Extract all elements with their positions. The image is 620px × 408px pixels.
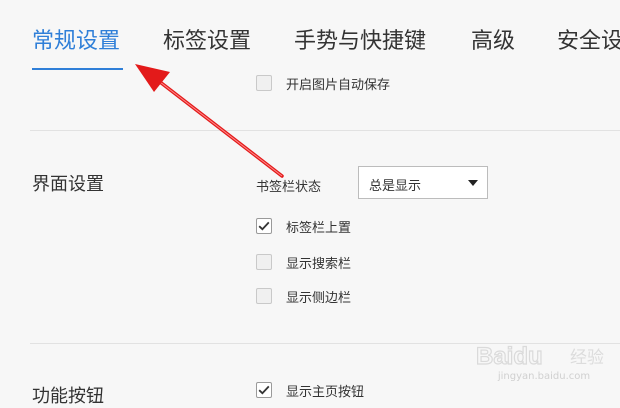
bookmark-bar-state-select[interactable]: 总是显示: [358, 166, 488, 199]
svg-text:经验: 经验: [570, 348, 604, 368]
dropdown-caret-icon: [468, 180, 478, 186]
tab-bar-on-top-checkbox[interactable]: [256, 218, 272, 234]
show-sidebar-option[interactable]: 显示侧边栏: [256, 286, 351, 306]
active-tab-indicator: [32, 68, 123, 70]
bookmark-bar-state-label: 书签栏状态: [256, 180, 322, 195]
watermark-url: jingyan.baidu.com: [497, 371, 591, 382]
interface-settings-title: 界面设置: [32, 174, 104, 195]
checkmark-icon: [258, 385, 270, 395]
tab-bar-on-top-label: 标签栏上置: [286, 220, 352, 236]
tab-general-settings[interactable]: 常规设置: [32, 27, 120, 57]
auto-save-images-checkbox[interactable]: [256, 75, 272, 91]
auto-save-images-label: 开启图片自动保存: [286, 77, 391, 93]
tab-bar-on-top-option[interactable]: 标签栏上置: [256, 216, 351, 236]
show-sidebar-checkbox[interactable]: [256, 288, 272, 304]
settings-tabs: 常规设置 标签设置 手势与快捷键 高级 安全设: [0, 0, 620, 70]
show-home-button-checkbox[interactable]: [256, 382, 272, 398]
tab-security-settings[interactable]: 安全设: [557, 27, 620, 57]
section-divider: [30, 130, 620, 131]
tab-tab-settings[interactable]: 标签设置: [163, 27, 251, 57]
bookmark-bar-state-value: 总是显示: [369, 179, 422, 194]
show-home-button-label: 显示主页按钮: [286, 384, 365, 400]
tab-gestures-shortcuts[interactable]: 手势与快捷键: [294, 27, 426, 57]
tab-advanced[interactable]: 高级: [471, 27, 515, 57]
baidu-logo-icon: Baidu 经验: [475, 342, 604, 370]
show-search-bar-label: 显示搜索栏: [286, 256, 352, 272]
show-search-bar-checkbox[interactable]: [256, 254, 272, 270]
auto-save-images-option[interactable]: 开启图片自动保存: [256, 73, 390, 93]
function-buttons-title: 功能按钮: [32, 386, 104, 407]
checkmark-icon: [258, 221, 270, 231]
svg-text:Baidu: Baidu: [476, 343, 543, 370]
show-search-bar-option[interactable]: 显示搜索栏: [256, 252, 351, 272]
show-sidebar-label: 显示侧边栏: [286, 290, 352, 306]
show-home-button-option[interactable]: 显示主页按钮: [256, 380, 364, 400]
baidu-jingyan-watermark: Baidu 经验 jingyan.baidu.com: [474, 338, 614, 388]
